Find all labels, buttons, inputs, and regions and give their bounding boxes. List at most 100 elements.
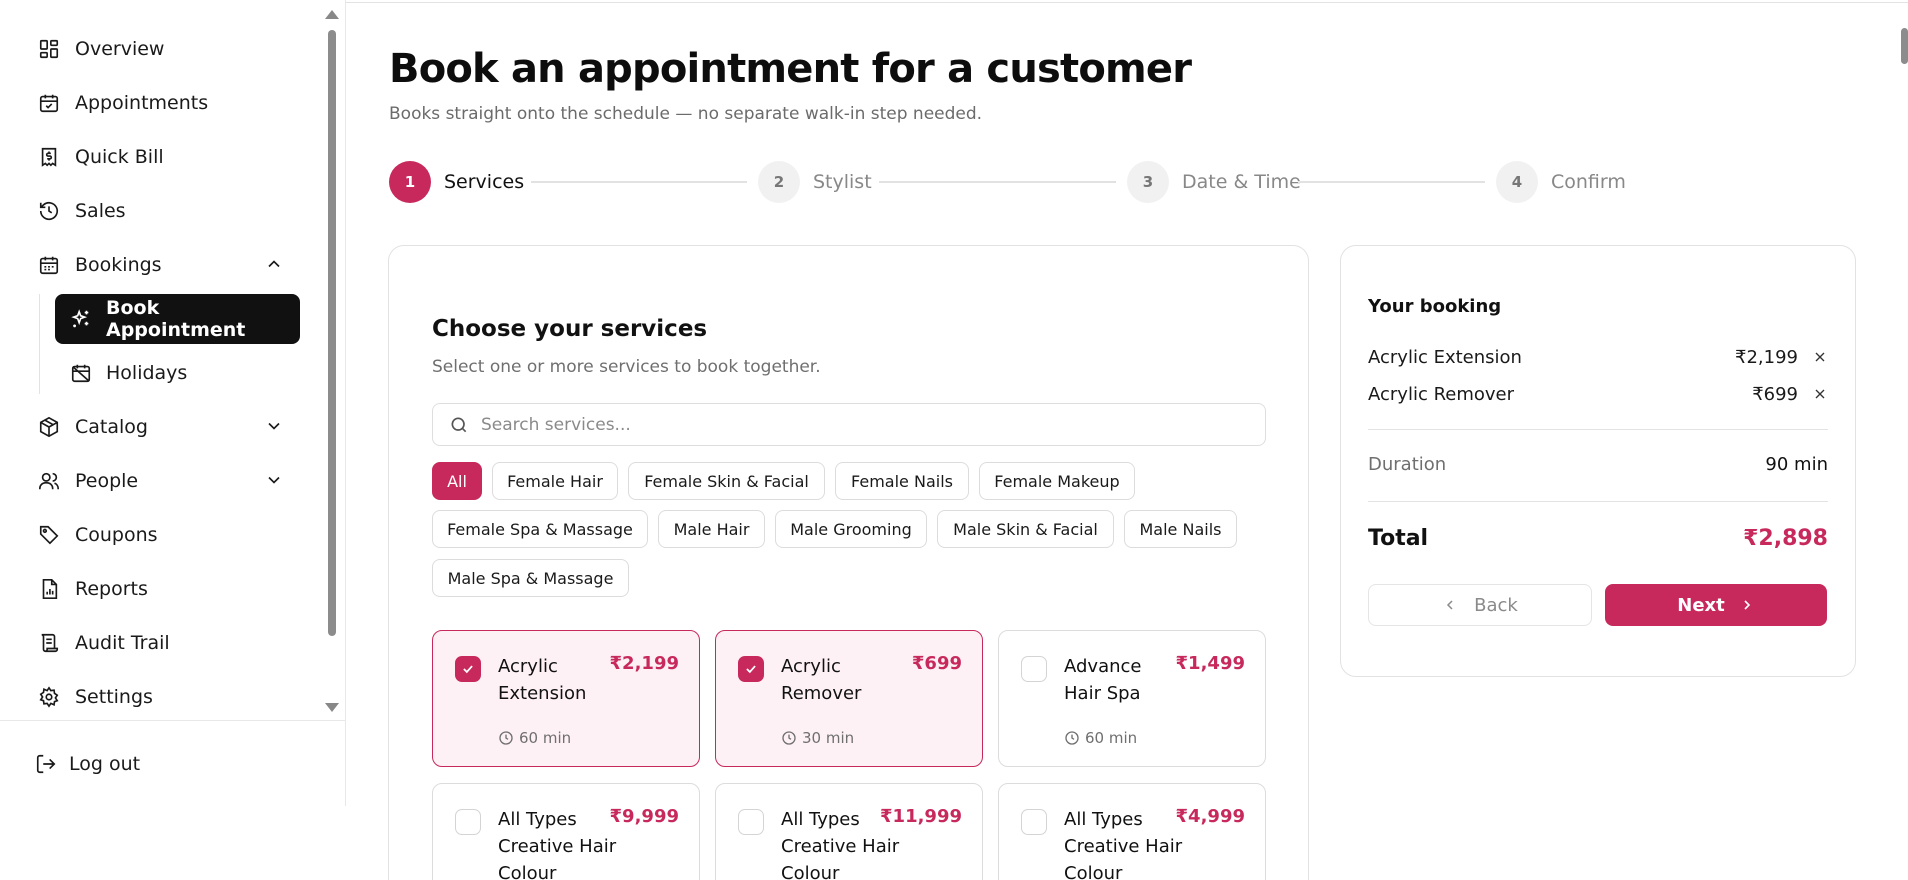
top-border [346, 2, 1908, 3]
step-stylist[interactable]: 2 Stylist [758, 161, 872, 203]
step-date-time[interactable]: 3 Date & Time [1127, 161, 1301, 203]
users-icon [38, 470, 60, 492]
sidebar-item-sales[interactable]: Sales [38, 192, 126, 230]
sidebar-subitem-book-appointment[interactable]: Book Appointment [55, 294, 300, 344]
next-button[interactable]: Next [1605, 584, 1827, 626]
sidebar-item-bookings[interactable]: Bookings [38, 246, 298, 284]
sidebar-item-quick-bill[interactable]: Quick Bill [38, 138, 164, 176]
duration-text: 60 min [1085, 729, 1138, 747]
search-input[interactable] [481, 414, 1241, 435]
booking-item-price: ₹699 [1752, 383, 1798, 405]
step-connector [879, 181, 1116, 183]
service-checkbox[interactable] [455, 656, 481, 682]
clock-icon [1064, 730, 1080, 746]
sidebar-item-appointments[interactable]: Appointments [38, 84, 208, 122]
service-card-advance-hair-spa[interactable]: Advance Hair Spa ₹1,499 60 min [998, 630, 1266, 767]
search-box[interactable] [432, 403, 1266, 446]
check-icon [746, 665, 756, 674]
filter-chip-female-nails[interactable]: Female Nails [835, 462, 969, 500]
filter-chip-male-spa-massage[interactable]: Male Spa & Massage [432, 559, 629, 597]
sidebar-item-reports[interactable]: Reports [38, 570, 148, 608]
step-confirm[interactable]: 4 Confirm [1496, 161, 1626, 203]
remove-item-icon[interactable] [1812, 349, 1828, 365]
check-icon [463, 665, 473, 674]
booking-line-item: Acrylic Remover ₹699 [1368, 381, 1828, 407]
sidebar-nav: Overview Appointments Quick Bill Sales B [0, 0, 320, 718]
service-card-creative-hair-colour[interactable]: All Types Creative Hair Colour ₹11,999 [715, 783, 983, 880]
booking-total: Total ₹2,898 [1368, 526, 1828, 551]
sidebar-item-people[interactable]: People [38, 462, 298, 500]
history-icon [38, 200, 60, 222]
scrollbar-thumb[interactable] [328, 30, 336, 636]
filter-chip-female-hair[interactable]: Female Hair [492, 462, 618, 500]
back-button[interactable]: Back [1368, 584, 1592, 626]
filter-chip-male-grooming[interactable]: Male Grooming [775, 510, 927, 548]
service-checkbox[interactable] [1021, 656, 1047, 682]
scroll-up-arrow[interactable] [325, 10, 339, 19]
service-name: Acrylic Extension [498, 656, 587, 704]
logout-icon [35, 753, 57, 775]
step-number: 4 [1496, 161, 1538, 203]
service-name: Acrylic Remover [781, 656, 862, 704]
service-price: ₹699 [911, 653, 962, 674]
sidebar-item-coupons[interactable]: Coupons [38, 516, 158, 554]
service-checkbox[interactable] [738, 809, 764, 835]
services-title: Choose your services [432, 316, 708, 342]
service-name: Advance Hair Spa [1064, 656, 1142, 704]
filter-chip-all[interactable]: All [432, 462, 482, 500]
sidebar-subitem-label: Book Appointment [106, 297, 246, 341]
duration-label: Duration [1368, 454, 1447, 475]
service-card-creative-hair-colour[interactable]: All Types Creative Hair Colour ₹4,999 [998, 783, 1266, 880]
step-connector [1298, 181, 1485, 183]
sidebar-item-label: Catalog [75, 416, 148, 438]
chevron-up-icon [264, 254, 284, 274]
sidebar-item-catalog[interactable]: Catalog [38, 408, 298, 446]
clock-icon [498, 730, 514, 746]
sparkle-icon [70, 308, 92, 330]
search-icon [449, 415, 469, 435]
calendar-icon [38, 254, 60, 276]
step-label: Services [444, 171, 525, 193]
step-number: 2 [758, 161, 800, 203]
service-price: ₹4,999 [1175, 806, 1245, 827]
sidebar-item-label: Reports [75, 578, 148, 600]
filter-chip-female-skin-facial[interactable]: Female Skin & Facial [628, 462, 825, 500]
remove-item-icon[interactable] [1812, 386, 1828, 402]
scroll-down-arrow[interactable] [325, 703, 339, 712]
step-services[interactable]: 1 Services [389, 161, 524, 203]
service-price: ₹9,999 [609, 806, 679, 827]
logout-button[interactable]: Log out [35, 753, 140, 775]
booking-item-name: Acrylic Remover [1368, 383, 1515, 405]
sidebar-item-overview[interactable]: Overview [38, 30, 164, 68]
filter-chip-male-skin-facial[interactable]: Male Skin & Facial [937, 510, 1114, 548]
duration-value: 90 min [1765, 454, 1828, 475]
filter-chip-female-spa-massage[interactable]: Female Spa & Massage [432, 510, 648, 548]
service-card-creative-hair-colour[interactable]: All Types Creative Hair Colour ₹9,999 [432, 783, 700, 880]
filter-chip-male-hair[interactable]: Male Hair [658, 510, 765, 548]
service-checkbox[interactable] [1021, 809, 1047, 835]
sidebar-item-label: People [75, 470, 139, 492]
sidebar-item-audit-trail[interactable]: Audit Trail [38, 624, 170, 662]
divider [1368, 501, 1828, 502]
page-scrollbar-thumb[interactable] [1901, 28, 1908, 64]
logout-label: Log out [69, 753, 141, 775]
duration-text: 60 min [519, 729, 572, 747]
sidebar-scrollbar[interactable] [322, 6, 340, 718]
service-duration: 30 min [781, 729, 854, 747]
filter-chip-female-makeup[interactable]: Female Makeup [979, 462, 1135, 500]
service-checkbox[interactable] [738, 656, 764, 682]
box-icon [38, 416, 60, 438]
service-card-acrylic-extension[interactable]: Acrylic Extension ₹2,199 60 min [432, 630, 700, 767]
report-icon [38, 578, 60, 600]
booking-duration: Duration 90 min [1368, 454, 1828, 475]
service-checkbox[interactable] [455, 809, 481, 835]
sidebar-item-label: Coupons [75, 524, 158, 546]
grid-icon [38, 38, 60, 60]
service-price: ₹2,199 [609, 653, 679, 674]
service-card-acrylic-remover[interactable]: Acrylic Remover ₹699 30 min [715, 630, 983, 767]
sidebar-item-settings[interactable]: Settings [38, 678, 153, 716]
filter-chip-male-nails[interactable]: Male Nails [1124, 510, 1237, 548]
tag-icon [38, 524, 60, 546]
page-title: Book an appointment for a customer [389, 46, 1192, 92]
sidebar-subitem-holidays[interactable]: Holidays [55, 348, 300, 398]
